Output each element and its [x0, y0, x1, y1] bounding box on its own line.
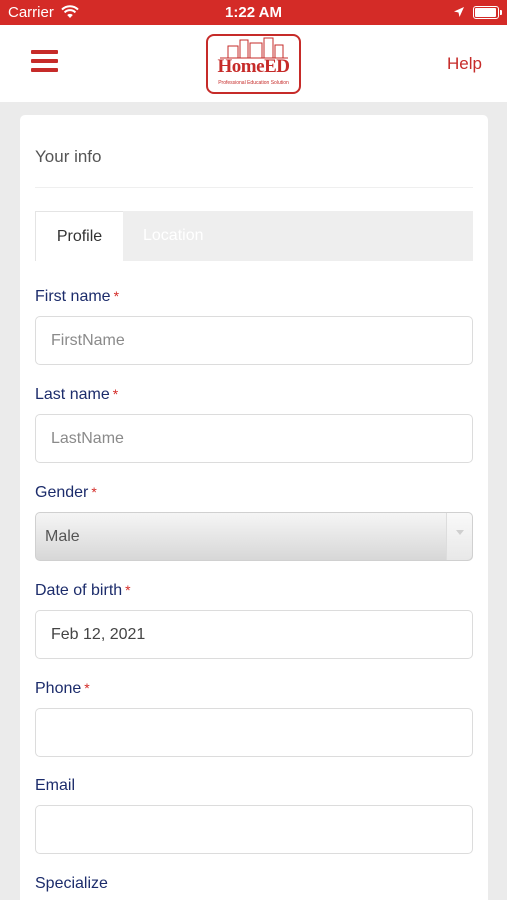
phone-label: Phone *: [35, 680, 90, 698]
phone-input[interactable]: [35, 708, 473, 757]
date-of-birth-label-text: Date of birth: [35, 582, 123, 599]
email-input[interactable]: [35, 805, 473, 854]
first-name-input[interactable]: [35, 316, 473, 365]
required-marker: *: [113, 288, 120, 304]
card-title: Your info: [35, 147, 102, 166]
first-name-label-text: First name: [35, 288, 111, 305]
specialize-label: Specialize: [35, 875, 108, 893]
required-marker: *: [125, 582, 131, 598]
app-header: HomeED Professional Education Solution H…: [0, 25, 507, 102]
battery-icon: [473, 6, 502, 19]
chevron-down-icon[interactable]: [446, 513, 472, 560]
first-name-label: First name *: [35, 288, 119, 306]
hamburger-menu-icon[interactable]: [31, 50, 58, 73]
gender-label-text: Gender: [35, 484, 89, 501]
logo-text: HomeED: [217, 56, 290, 77]
info-tabs: Profile Location: [35, 211, 473, 261]
required-marker: *: [84, 680, 90, 696]
email-label: Email: [35, 777, 75, 795]
status-time: 1:22 AM: [225, 4, 282, 21]
email-label-text: Email: [35, 777, 76, 794]
specialize-label-text: Specialize: [35, 875, 108, 892]
last-name-input[interactable]: [35, 414, 473, 463]
tab-profile[interactable]: Profile: [35, 211, 123, 261]
divider: [35, 187, 473, 188]
location-arrow-icon: [453, 5, 465, 22]
tab-location[interactable]: Location: [143, 211, 204, 261]
last-name-label: Last name *: [35, 386, 118, 404]
date-of-birth-input[interactable]: [35, 610, 473, 659]
your-info-card: Your info Profile Location First name* L…: [20, 115, 488, 900]
phone-label-text: Phone: [35, 680, 82, 697]
date-of-birth-label: Date of birth *: [35, 582, 131, 600]
required-marker: *: [91, 484, 97, 500]
logo-tagline: Professional Education Solution: [218, 80, 289, 86]
gender-label: Gender *: [35, 484, 97, 502]
help-link[interactable]: Help: [447, 54, 482, 74]
gender-selected-value: Male: [45, 528, 80, 545]
last-name-label-text: Last name: [35, 386, 110, 403]
gender-select[interactable]: Male: [35, 512, 473, 561]
status-bar: Carrier 1:22 AM: [0, 0, 507, 25]
required-marker: *: [112, 386, 119, 402]
homeed-logo: HomeED Professional Education Solution: [206, 34, 301, 94]
